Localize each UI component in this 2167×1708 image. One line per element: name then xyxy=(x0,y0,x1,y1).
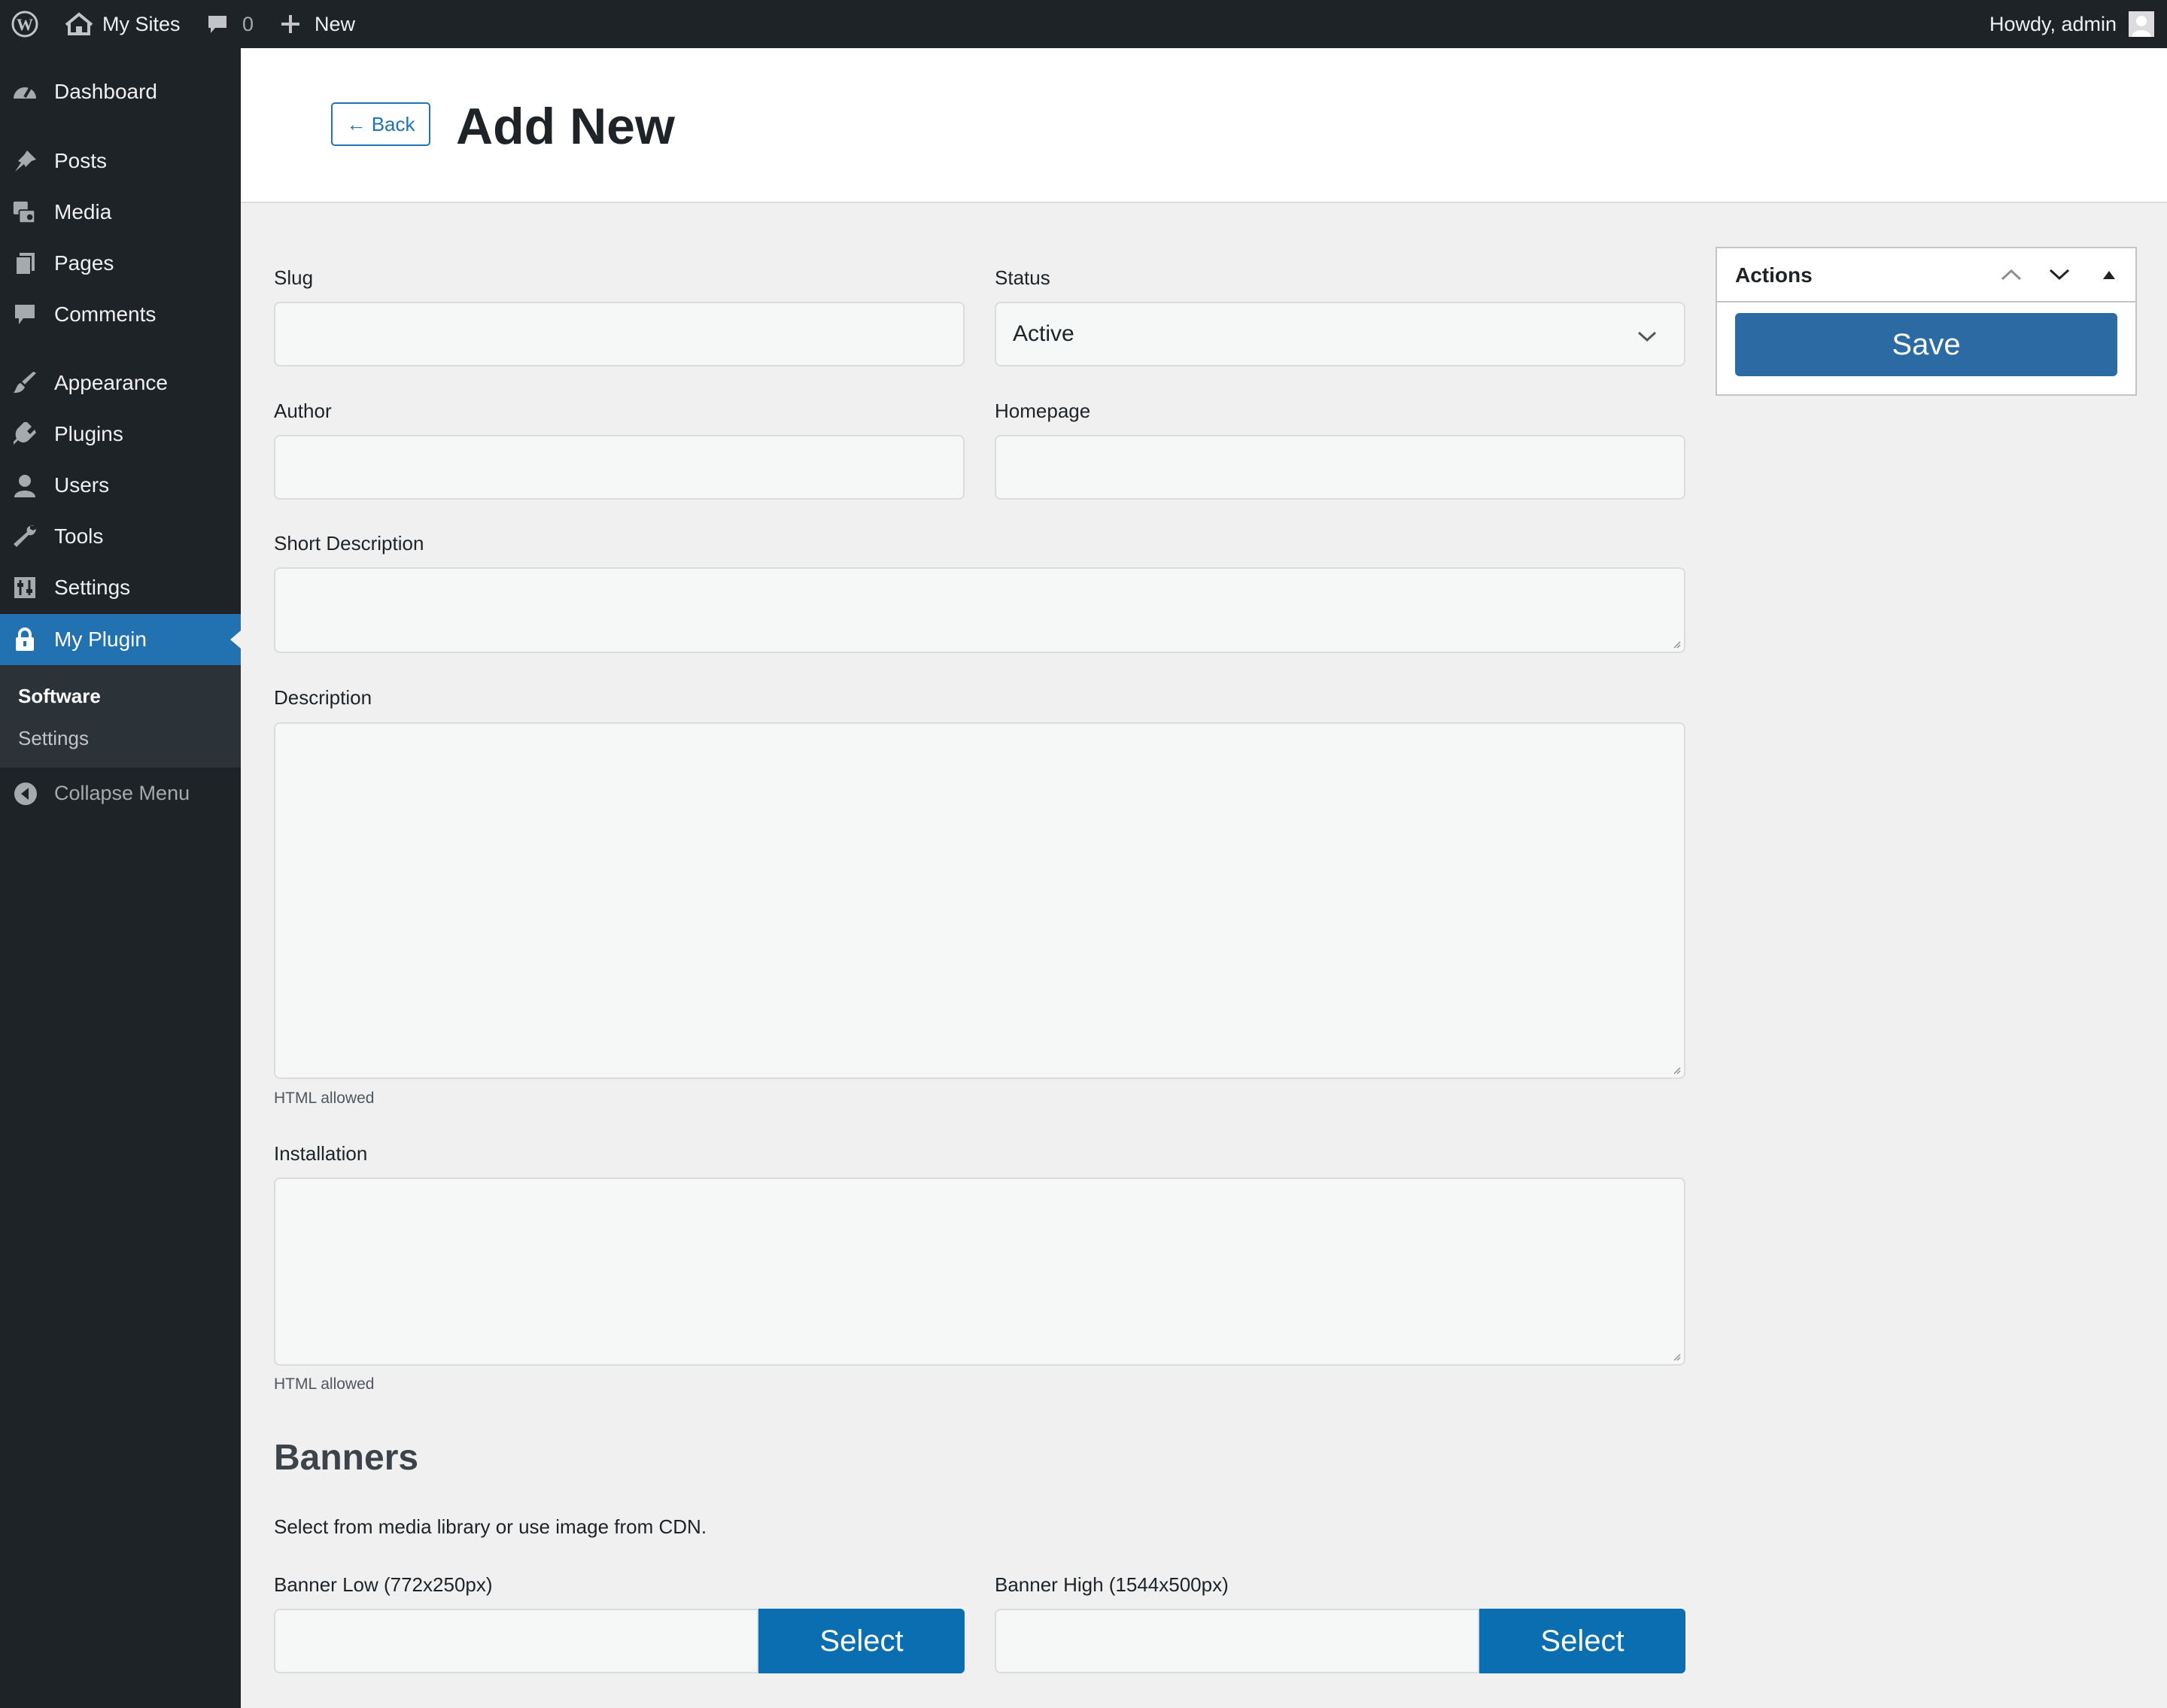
sidebar-item-my-plugin[interactable]: My Plugin xyxy=(0,614,241,665)
description-textarea[interactable] xyxy=(274,722,1685,1079)
banner-low-label: Banner Low (772x250px) xyxy=(274,1573,493,1596)
pin-icon xyxy=(12,150,38,172)
description-help-text: HTML allowed xyxy=(274,1090,375,1107)
status-value: Active xyxy=(1013,321,1074,346)
comments-link[interactable]: 0 xyxy=(206,0,254,48)
my-sites-link[interactable]: My Sites xyxy=(63,0,181,48)
description-label: Description xyxy=(274,686,372,709)
back-button[interactable]: ← Back xyxy=(331,102,430,146)
plug-icon xyxy=(12,422,38,445)
resize-handle-icon[interactable] xyxy=(1673,1354,1681,1361)
sidebar-item-label: Pages xyxy=(54,251,114,275)
author-label: Author xyxy=(274,400,332,422)
my-sites-label: My Sites xyxy=(102,12,181,35)
admin-bar: W My Sites 0 New Howdy, admin xyxy=(0,0,2167,48)
banner-high-input[interactable] xyxy=(995,1609,1479,1673)
pages-icon xyxy=(12,252,38,275)
slug-label: Slug xyxy=(274,266,314,289)
sidebar-item-tools[interactable]: Tools xyxy=(0,511,241,562)
sidebar-item-label: Media xyxy=(54,200,112,223)
sidebar-item-label: Appearance xyxy=(54,371,169,394)
wrench-icon xyxy=(12,525,38,548)
new-label: New xyxy=(315,12,356,35)
home-icon xyxy=(65,12,93,35)
avatar xyxy=(2129,11,2155,37)
new-content-link[interactable]: New xyxy=(280,0,355,48)
sidebar-item-label: Tools xyxy=(54,524,104,548)
save-button[interactable]: Save xyxy=(1735,313,2117,376)
homepage-label: Homepage xyxy=(995,400,1091,422)
sidebar-item-posts[interactable]: Posts xyxy=(0,135,241,187)
sidebar-item-pages[interactable]: Pages xyxy=(0,238,241,289)
sidebar-item-dashboard[interactable]: Dashboard xyxy=(0,66,241,117)
comments-count: 0 xyxy=(242,12,254,35)
resize-handle-icon[interactable] xyxy=(1673,641,1681,649)
installation-label: Installation xyxy=(274,1142,368,1165)
banner-low-input[interactable] xyxy=(274,1609,758,1673)
banner-high-label: Banner High (1544x500px) xyxy=(995,1573,1229,1596)
sidebar-item-label: Dashboard xyxy=(54,80,157,103)
comment-icon xyxy=(12,303,38,326)
toggle-panel-icon[interactable] xyxy=(2102,269,2116,284)
author-input[interactable] xyxy=(274,435,965,500)
sidebar-item-label: Users xyxy=(54,473,110,497)
my-plugin-submenu: Software Settings xyxy=(0,665,241,767)
sidebar-item-plugins[interactable]: Plugins xyxy=(0,409,241,460)
move-down-icon[interactable] xyxy=(2048,268,2071,285)
sidebar-item-label: My Plugin xyxy=(54,628,147,651)
sidebar-item-settings[interactable]: Settings xyxy=(0,562,241,613)
sidebar-item-users[interactable]: Users xyxy=(0,460,241,511)
banner-high-select-button[interactable]: Select xyxy=(1479,1609,1685,1673)
status-select[interactable]: Active xyxy=(995,302,1685,366)
collapse-arrow-icon xyxy=(14,782,38,811)
sidebar-item-label: Comments xyxy=(54,302,157,326)
plus-icon xyxy=(281,15,299,33)
page-title: Add New xyxy=(456,98,675,155)
user-icon xyxy=(12,474,38,497)
sidebar-item-label: Plugins xyxy=(54,422,123,445)
banner-low-select-button[interactable]: Select xyxy=(758,1609,965,1673)
slug-input[interactable] xyxy=(274,302,965,366)
short-description-textarea[interactable] xyxy=(274,567,1685,653)
sidebar-item-appearance[interactable]: Appearance xyxy=(0,357,241,409)
banners-heading: Banners xyxy=(274,1438,419,1478)
banners-description: Select from media library or use image f… xyxy=(274,1515,707,1538)
dashboard-icon xyxy=(12,81,38,103)
move-up-icon[interactable] xyxy=(2000,268,2023,285)
wordpress-logo-icon[interactable]: W xyxy=(11,0,39,48)
lock-icon xyxy=(12,628,38,651)
sliders-icon xyxy=(12,576,38,599)
sidebar-item-media[interactable]: Media xyxy=(0,187,241,238)
actions-panel: Actions Save xyxy=(1716,247,2137,396)
short-description-label: Short Description xyxy=(274,532,424,555)
comment-bubble-icon xyxy=(208,16,226,33)
chevron-down-icon xyxy=(1637,323,1657,348)
collapse-menu-button[interactable]: Collapse Menu xyxy=(0,767,241,819)
resize-handle-icon[interactable] xyxy=(1673,1067,1681,1074)
installation-help-text: HTML allowed xyxy=(274,1375,375,1393)
sidebar-item-comments[interactable]: Comments xyxy=(0,289,241,340)
media-icon xyxy=(12,201,38,224)
brush-icon xyxy=(12,371,38,394)
actions-title: Actions xyxy=(1735,263,1813,287)
actions-panel-header: Actions xyxy=(1717,248,2135,302)
installation-textarea[interactable] xyxy=(274,1178,1685,1366)
collapse-menu-label: Collapse Menu xyxy=(54,781,190,804)
howdy-text: Howdy, admin xyxy=(1989,12,2117,35)
homepage-input[interactable] xyxy=(995,435,1685,500)
sidebar-item-label: Posts xyxy=(54,149,108,172)
submenu-item-software[interactable]: Software xyxy=(18,685,101,708)
status-label: Status xyxy=(995,266,1050,289)
sidebar-item-label: Settings xyxy=(54,576,131,599)
account-menu[interactable]: Howdy, admin xyxy=(1989,0,2155,48)
svg-text:W: W xyxy=(17,15,33,34)
submenu-item-settings[interactable]: Settings xyxy=(18,727,89,750)
